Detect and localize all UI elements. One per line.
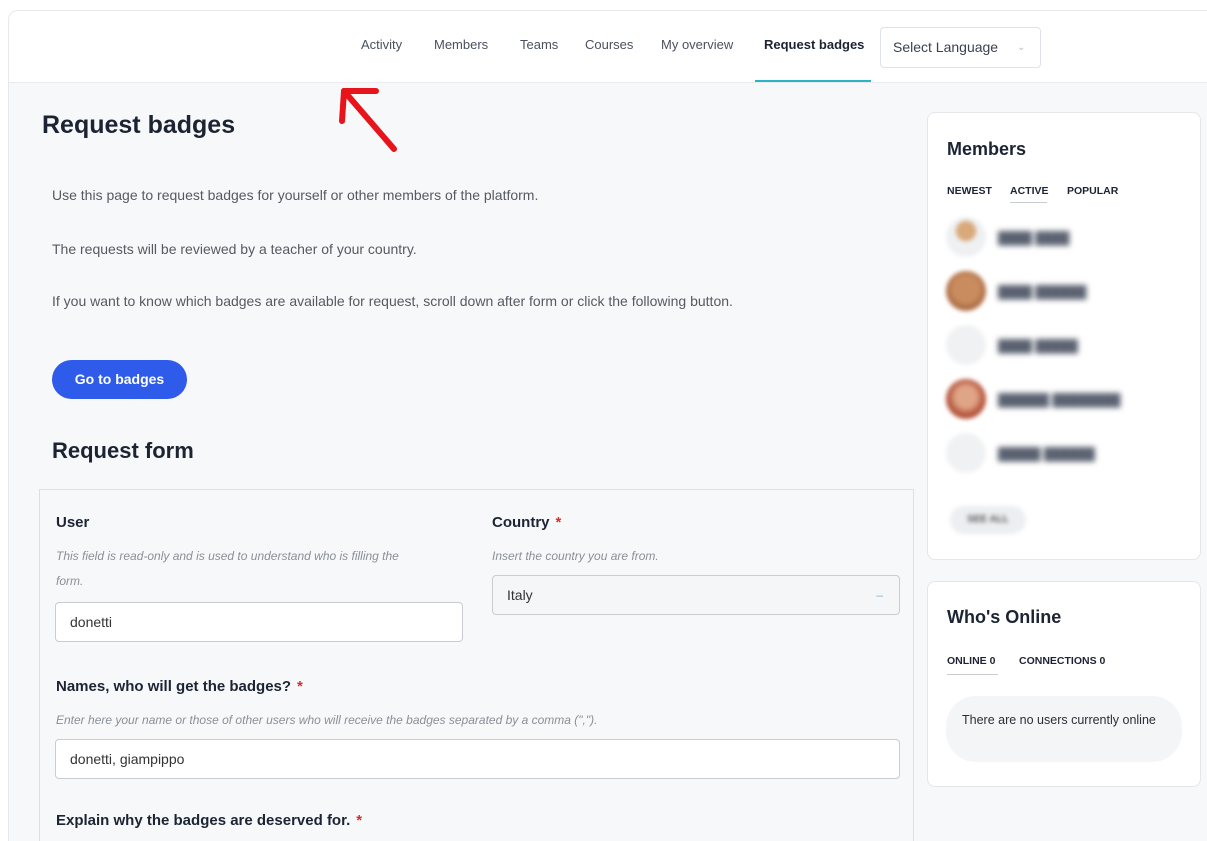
members-widget: Members NEWEST ACTIVE POPULAR ████ ████ … bbox=[927, 112, 1201, 560]
member-name-blurred: ████ ████ bbox=[998, 231, 1070, 245]
required-marker: * bbox=[555, 514, 562, 531]
arrow-head-left bbox=[339, 88, 347, 124]
annotation-arrow-icon bbox=[339, 88, 397, 152]
active-tab-underline bbox=[1010, 202, 1047, 203]
member-name-blurred: ████ ██████ bbox=[998, 285, 1087, 299]
member-name-blurred: █████ ██████ bbox=[998, 447, 1095, 461]
tab-connections[interactable]: CONNECTIONS 0 bbox=[1019, 655, 1105, 667]
avatar bbox=[946, 325, 986, 365]
member-name-blurred: ████ █████ bbox=[998, 339, 1078, 353]
tab-popular[interactable]: POPULAR bbox=[1067, 185, 1118, 197]
names-field-label: Names, who will get the badges? * bbox=[56, 678, 303, 695]
names-field[interactable]: donetti, giampippo bbox=[55, 739, 900, 779]
required-marker: * bbox=[356, 812, 363, 829]
names-field-help: Enter here your name or those of other u… bbox=[56, 713, 598, 727]
top-navigation: Activity Members Teams Courses My overvi… bbox=[9, 11, 1207, 83]
member-name-blurred: ██████ ████████ bbox=[998, 393, 1121, 407]
see-all-members-button[interactable]: SEE ALL bbox=[950, 506, 1026, 534]
nav-request-badges[interactable]: Request badges bbox=[764, 11, 864, 83]
no-users-message: There are no users currently online bbox=[946, 696, 1182, 762]
whos-online-widget: Who's Online ONLINE 0 CONNECTIONS 0 Ther… bbox=[927, 581, 1201, 787]
country-select[interactable]: Italy – bbox=[492, 575, 900, 615]
app-frame: Activity Members Teams Courses My overvi… bbox=[8, 10, 1207, 841]
intro-text-1: Use this page to request badges for your… bbox=[52, 187, 539, 203]
request-form: User This field is read-only and is used… bbox=[39, 489, 914, 841]
select-indicator-icon: – bbox=[876, 588, 883, 602]
required-marker: * bbox=[297, 678, 303, 695]
member-item[interactable]: ████ ████ bbox=[946, 217, 1186, 261]
country-label-text: Country bbox=[492, 514, 550, 531]
whos-online-title: Who's Online bbox=[947, 607, 1062, 627]
go-to-badges-button[interactable]: Go to badges bbox=[52, 360, 187, 399]
language-select-label: Select Language bbox=[893, 39, 999, 55]
form-title: Request form bbox=[52, 438, 194, 463]
members-widget-title: Members bbox=[947, 139, 1027, 159]
language-select[interactable]: Select Language ⌄ bbox=[880, 27, 1041, 68]
names-label-text: Names, who will get the badges? bbox=[56, 678, 292, 695]
page-title: Request badges bbox=[42, 111, 236, 139]
country-field-label: Country * bbox=[492, 514, 561, 531]
country-select-value: Italy bbox=[507, 587, 533, 603]
nav-members[interactable]: Members bbox=[434, 11, 488, 83]
avatar bbox=[946, 271, 986, 311]
active-tab-indicator bbox=[755, 80, 871, 82]
user-field[interactable]: donetti bbox=[55, 602, 463, 642]
avatar bbox=[946, 217, 986, 257]
nav-activity[interactable]: Activity bbox=[361, 11, 402, 83]
user-field-help-line2: form. bbox=[56, 574, 84, 588]
tab-active[interactable]: ACTIVE bbox=[1010, 185, 1049, 197]
avatar bbox=[946, 433, 986, 473]
tab-newest[interactable]: NEWEST bbox=[947, 185, 992, 197]
arrow-shaft bbox=[341, 88, 397, 152]
chevron-down-icon: ⌄ bbox=[1017, 42, 1026, 53]
intro-text-3: If you want to know which badges are ava… bbox=[52, 293, 733, 309]
tab-online[interactable]: ONLINE 0 bbox=[947, 655, 995, 667]
member-item[interactable]: ██████ ████████ bbox=[946, 379, 1186, 423]
intro-text-2: The requests will be reviewed by a teach… bbox=[52, 241, 417, 257]
member-item[interactable]: █████ ██████ bbox=[946, 433, 1186, 477]
avatar bbox=[946, 379, 986, 419]
nav-teams[interactable]: Teams bbox=[520, 11, 558, 83]
user-field-label: User bbox=[56, 514, 90, 531]
nav-my-overview[interactable]: My overview bbox=[661, 11, 733, 83]
explain-label-text: Explain why the badges are deserved for. bbox=[56, 812, 351, 829]
member-item[interactable]: ████ ██████ bbox=[946, 271, 1186, 315]
user-field-help-line1: This field is read-only and is used to u… bbox=[56, 549, 399, 563]
explain-field-label: Explain why the badges are deserved for.… bbox=[56, 812, 362, 829]
country-field-help: Insert the country you are from. bbox=[492, 549, 659, 563]
member-item[interactable]: ████ █████ bbox=[946, 325, 1186, 369]
active-tab-underline bbox=[947, 674, 998, 675]
nav-courses[interactable]: Courses bbox=[585, 11, 633, 83]
